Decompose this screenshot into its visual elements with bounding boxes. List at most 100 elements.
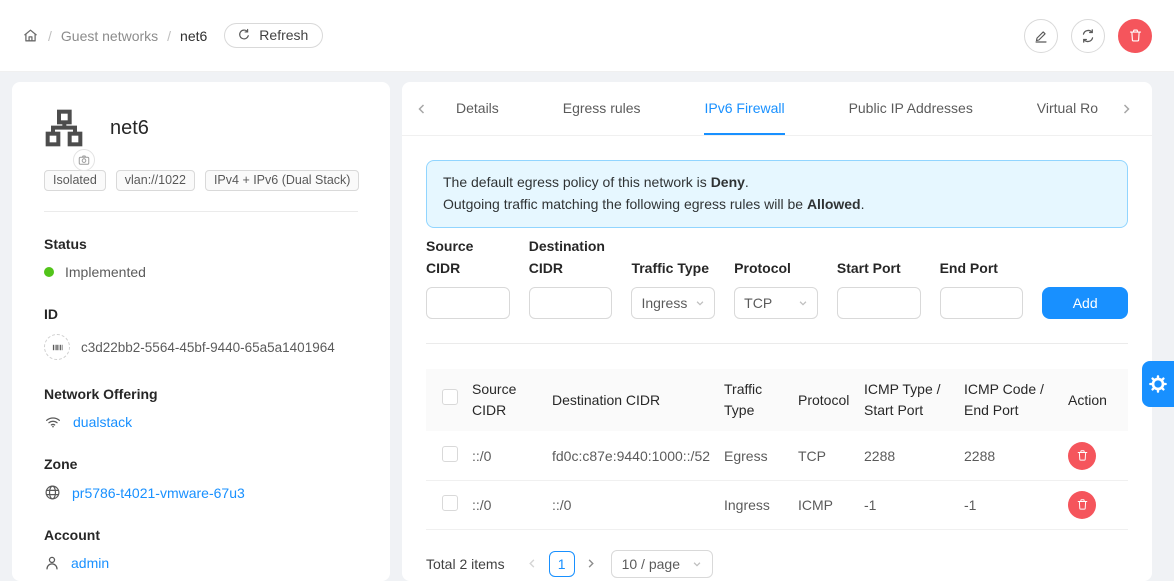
delete-rule-button[interactable]	[1068, 491, 1096, 519]
tab-details[interactable]: Details	[456, 82, 499, 135]
status-label: Status	[44, 236, 358, 252]
zone-label: Zone	[44, 456, 358, 472]
source-cidr-input[interactable]	[426, 287, 510, 319]
user-icon	[44, 555, 60, 571]
barcode-icon	[44, 334, 70, 360]
select-all-checkbox[interactable]	[442, 389, 458, 405]
col-destination-cidr: Destination CIDR	[552, 369, 724, 431]
next-page-icon[interactable]	[579, 552, 603, 576]
network-info-card: net6 Isolated vlan://1022 IPv4 + IPv6 (D…	[12, 82, 390, 581]
zone-link[interactable]: pr5786-t4021-vmware-67u3	[72, 485, 245, 501]
chevron-down-icon	[798, 298, 808, 308]
add-button[interactable]: Add	[1042, 287, 1128, 319]
network-title: net6	[110, 117, 149, 140]
settings-fab-button[interactable]	[1142, 361, 1174, 407]
col-protocol: Protocol	[798, 369, 864, 431]
protocol-select[interactable]: TCP	[734, 287, 818, 319]
end-port-label: End Port	[940, 258, 1024, 280]
delete-network-button[interactable]	[1118, 19, 1152, 53]
cell-protocol: ICMP	[798, 480, 864, 529]
breadcrumb-guest-networks[interactable]: Guest networks	[61, 28, 158, 44]
id-value: c3d22bb2-5564-45bf-9440-65a5a1401964	[44, 334, 358, 360]
row-checkbox[interactable]	[442, 495, 458, 511]
col-traffic-type: Traffic Type	[724, 369, 798, 431]
status-dot-icon	[44, 267, 54, 277]
cell-source-cidr: ::/0	[472, 431, 552, 480]
breadcrumb: / Guest networks / net6 Refresh	[22, 23, 323, 48]
tab-scroll-right-icon[interactable]	[1120, 82, 1138, 135]
cell-icmp-type-start-port: 2288	[864, 431, 964, 480]
cell-traffic-type: Ingress	[724, 480, 798, 529]
network-offering-value: dualstack	[44, 414, 358, 430]
col-icmp-code-end-port: ICMP Code / End Port	[964, 369, 1068, 431]
cell-icmp-code-end-port: 2288	[964, 431, 1068, 480]
detail-panel: Details Egress rules IPv6 Firewall Publi…	[402, 82, 1152, 581]
page-size-select[interactable]: 10 / page	[611, 550, 713, 578]
refresh-button[interactable]: Refresh	[224, 23, 323, 48]
network-apartment-icon	[44, 108, 84, 148]
prev-page-icon[interactable]	[521, 552, 545, 576]
row-checkbox[interactable]	[442, 446, 458, 462]
trash-icon	[1076, 449, 1089, 462]
account-link[interactable]: admin	[71, 555, 109, 571]
trash-icon	[1076, 498, 1089, 511]
protocol-label: Protocol	[734, 258, 818, 280]
add-rule-form: Source CIDR Destination CIDR Traffic Typ…	[426, 236, 1128, 319]
delete-rule-button[interactable]	[1068, 442, 1096, 470]
traffic-type-select[interactable]: Ingress	[631, 287, 715, 319]
chevron-down-icon	[695, 298, 705, 308]
network-icon-wrap	[44, 108, 84, 148]
id-label: ID	[44, 306, 358, 322]
gear-icon	[1148, 374, 1168, 394]
tab-ipv6-firewall[interactable]: IPv6 Firewall	[704, 82, 784, 135]
tab-scroll-left-icon[interactable]	[416, 82, 434, 135]
home-icon[interactable]	[22, 27, 39, 44]
destination-cidr-label: Destination CIDR	[529, 236, 613, 279]
end-port-input[interactable]	[940, 287, 1024, 319]
cell-destination-cidr: fd0c:c87e:9440:1000::/52	[552, 431, 724, 480]
network-offering-label: Network Offering	[44, 386, 358, 402]
cell-source-cidr: ::/0	[472, 480, 552, 529]
tab-bar: Details Egress rules IPv6 Firewall Publi…	[402, 82, 1152, 136]
tag-stack: IPv4 + IPv6 (Dual Stack)	[205, 170, 360, 191]
cell-protocol: TCP	[798, 431, 864, 480]
divider	[44, 211, 358, 212]
page-number-button[interactable]: 1	[549, 551, 575, 577]
globe-icon	[44, 484, 61, 501]
status-value: Implemented	[44, 264, 358, 280]
col-action: Action	[1068, 369, 1128, 431]
table-row: ::/0 ::/0 Ingress ICMP -1 -1	[426, 480, 1128, 529]
change-icon-button[interactable]	[73, 149, 95, 171]
tag-isolated: Isolated	[44, 170, 106, 191]
tab-egress-rules[interactable]: Egress rules	[563, 82, 641, 135]
tab-virtual-routers[interactable]: Virtual Ro	[1037, 82, 1098, 135]
top-header: / Guest networks / net6 Refresh	[0, 0, 1174, 72]
start-port-input[interactable]	[837, 287, 921, 319]
edit-button[interactable]	[1024, 19, 1058, 53]
reload-icon	[237, 28, 251, 42]
zone-value: pr5786-t4021-vmware-67u3	[44, 484, 358, 501]
network-tags: Isolated vlan://1022 IPv4 + IPv6 (Dual S…	[44, 170, 358, 191]
table-row: ::/0 fd0c:c87e:9440:1000::/52 Egress TCP…	[426, 431, 1128, 480]
network-offering-link[interactable]: dualstack	[73, 414, 132, 430]
breadcrumb-current: net6	[180, 28, 207, 44]
breadcrumb-separator: /	[48, 28, 52, 44]
firewall-rules-table: Source CIDR Destination CIDR Traffic Typ…	[426, 369, 1128, 530]
total-items-text: Total 2 items	[426, 556, 505, 572]
source-cidr-label: Source CIDR	[426, 236, 510, 279]
tag-vlan: vlan://1022	[116, 170, 195, 191]
account-value: admin	[44, 555, 358, 571]
pencil-icon	[1033, 28, 1049, 44]
sync-button[interactable]	[1071, 19, 1105, 53]
cell-destination-cidr: ::/0	[552, 480, 724, 529]
cell-icmp-type-start-port: -1	[864, 480, 964, 529]
wifi-icon	[44, 414, 62, 430]
tab-public-ip-addresses[interactable]: Public IP Addresses	[849, 82, 973, 135]
col-icmp-type-start-port: ICMP Type / Start Port	[864, 369, 964, 431]
destination-cidr-input[interactable]	[529, 287, 613, 319]
account-label: Account	[44, 527, 358, 543]
col-source-cidr: Source CIDR	[472, 369, 552, 431]
pagination: Total 2 items 1 10 / page	[426, 550, 1128, 578]
table-header-row: Source CIDR Destination CIDR Traffic Typ…	[426, 369, 1128, 431]
chevron-down-icon	[692, 559, 702, 569]
